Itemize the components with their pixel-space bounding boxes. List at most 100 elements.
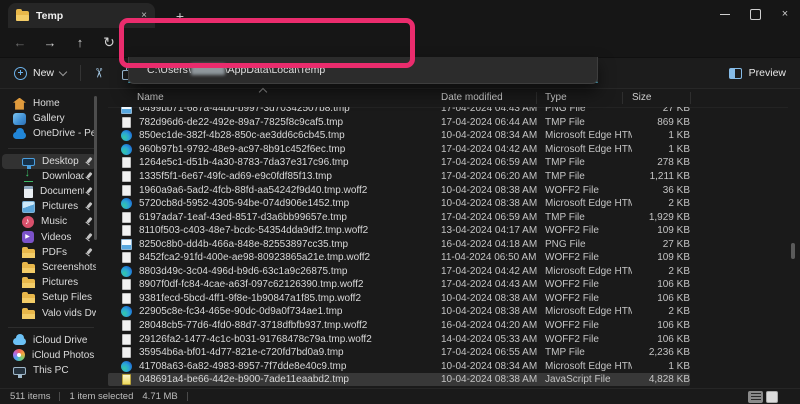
file-name: 8452fca2-91fd-400e-ae98-80923865a21e.tmp… [139,252,370,263]
file-name-cell: 8803d49c-3c04-496d-b9d6-63c1a9c26875.tmp [121,266,441,277]
file-name: 1960a9a6-5ad2-4fcb-88fd-aa54242f9d40.tmp… [139,185,367,196]
file-row[interactable]: 22905c8e-fc34-465e-90dc-0d9a0f734ae1.tmp… [108,305,690,319]
details-view-icon[interactable] [748,391,763,403]
file-size: 2,236 KB [632,347,690,358]
sidebar-item[interactable]: iCloud Photos [2,348,96,363]
file-date-modified: 10-04-2024 08:34 AM [441,130,545,141]
plus-circle-icon [14,67,27,80]
sidebar-item-label: PDFs [42,247,67,258]
folder-icon [22,264,35,273]
file-row[interactable]: 1960a9a6-5ad2-4fcb-88fd-aa54242f9d40.tmp… [108,183,690,197]
file-date-modified: 17-04-2024 06:44 AM [441,117,545,128]
sidebar-list: Home Gallery OneDrive - Persor Desktop D… [0,96,108,378]
file-rows-clip: 0499bb71-687a-44bd-b997-3d70342507b8.tmp… [108,107,800,388]
file-row[interactable]: 9381fecd-5bcd-4ff1-9f8e-1b90847a1f85.tmp… [108,292,690,306]
sidebar-item-label: iCloud Photos [32,350,94,361]
preview-pane-icon [729,68,742,79]
file-date-modified: 13-04-2024 04:17 AM [441,225,545,236]
file-file-icon [122,293,131,304]
sidebar-item[interactable]: Pictures [2,199,96,214]
refresh-icon[interactable]: ↻ [98,31,120,53]
sidebar-item[interactable]: Documents [2,184,96,199]
folder-icon [16,11,29,21]
address-suggestion-dropdown[interactable]: C:\Users\\AppData\Local\Temp [128,57,598,84]
explorer-tab[interactable]: Temp × [8,3,155,28]
sidebar-item-label: Music [41,216,67,227]
file-size: 1 KB [632,130,690,141]
file-name-cell: 8110f503-c403-48e7-bcdc-54354dda9df2.tmp… [121,225,441,236]
sidebar-item[interactable]: Screenshots [2,260,96,275]
file-row[interactable]: 1335f5f1-6e67-49fc-ad69-e9c0fdf85f13.tmp… [108,170,690,184]
file-row[interactable]: 782d96d6-de22-492e-89a7-7825f8c9caf5.tmp… [108,116,690,130]
file-date-modified: 10-04-2024 08:38 AM [441,374,545,385]
cut-icon[interactable]: ✂ [90,68,106,79]
sidebar-item[interactable]: Gallery [2,111,96,126]
sidebar-scrollbar-thumb[interactable] [94,96,97,240]
file-row[interactable]: 8907f0df-fc84-4cae-a63f-097c62126390.tmp… [108,278,690,292]
file-row[interactable]: 28048cb5-77d6-4fd0-88d7-3718dfbfb937.tmp… [108,319,690,333]
preview-button[interactable]: Preview [729,67,786,79]
close-button[interactable]: × [770,0,800,28]
tab-close-icon[interactable]: × [141,11,147,21]
sidebar-item[interactable]: OneDrive - Persor [2,126,96,141]
file-name-cell: 9381fecd-5bcd-4ff1-9f8e-1b90847a1f85.tmp… [121,293,441,304]
new-tab-button[interactable]: + [168,3,192,28]
file-row[interactable]: 960b97b1-9792-48e9-ac97-8b91c452f6ec.tmp… [108,143,690,157]
column-divider[interactable] [690,92,691,104]
file-name: 850ec1de-382f-4b28-850c-ae3dd6c6cb45.tmp [139,130,345,141]
forward-icon[interactable]: → [39,31,61,53]
sidebar-item[interactable]: Videos [2,230,96,245]
edge-file-icon [121,266,132,277]
back-icon[interactable]: ← [9,31,31,53]
sidebar-divider [0,142,108,154]
minimize-button[interactable] [710,0,740,28]
thumbnail-view-icon[interactable] [766,391,778,403]
pin-icon [84,233,93,242]
column-header-name[interactable]: Name [137,92,164,103]
file-row[interactable]: 8452fca2-91fd-400e-ae98-80923865a21e.tmp… [108,251,690,265]
file-date-modified: 17-04-2024 06:55 AM [441,347,545,358]
file-row[interactable]: 41708a63-6a82-4983-8957-7f7dde8e40c9.tmp… [108,359,690,373]
sidebar-item[interactable]: Music [2,214,96,229]
list-scrollbar-thumb[interactable] [791,243,795,259]
file-row[interactable]: 0499bb71-687a-44bd-b997-3d70342507b8.tmp… [108,107,690,116]
sidebar-item[interactable]: Home [2,96,96,111]
file-row[interactable]: 29126fa2-1477-4c1c-b031-91768478c79a.tmp… [108,332,690,346]
file-type: JavaScript File [545,374,632,385]
file-row[interactable]: 8250c8b0-dd4b-466a-848e-82553897cc35.tmp… [108,237,690,251]
file-row[interactable]: 35954b6a-bf01-4d77-821e-c720fd7bd0a9.tmp… [108,346,690,360]
file-row[interactable]: 5720cb8d-5952-4305-94be-074d906e1452.tmp… [108,197,690,211]
column-divider[interactable] [622,92,623,104]
new-button[interactable]: New [14,67,66,80]
file-row[interactable]: 1264e5c1-d51b-4a30-8783-7da37e317c96.tmp… [108,156,690,170]
sidebar-item[interactable]: Downloads [2,169,96,184]
file-date-modified: 16-04-2024 04:20 AM [441,320,545,331]
sidebar-item[interactable]: Desktop [2,154,96,169]
file-row[interactable]: 6197ada7-1eaf-43ed-8517-d3a6bb99657e.tmp… [108,210,690,224]
file-row[interactable]: 8803d49c-3c04-496d-b9d6-63c1a9c26875.tmp… [108,265,690,279]
file-size: 1,211 KB [632,171,690,182]
sidebar-item[interactable]: Valo vids Dwai [2,305,96,320]
sidebar-item[interactable]: Setup Files [2,290,96,305]
file-row[interactable]: 048691a4-be66-442e-b900-7ade11eaabd2.tmp… [108,373,690,387]
file-file-icon [122,225,131,236]
sidebar-item[interactable]: This PC [2,363,96,378]
file-date-modified: 10-04-2024 08:38 AM [441,306,545,317]
file-size: 106 KB [632,293,690,304]
column-header-type[interactable]: Type [545,92,567,103]
file-type: Microsoft Edge HTM... [545,198,632,209]
file-row[interactable]: 8110f503-c403-48e7-bcdc-54354dda9df2.tmp… [108,224,690,238]
address-suggestion[interactable]: C:\Users\\AppData\Local\Temp [147,64,325,76]
sidebar-item-label: Pictures [42,201,78,212]
sidebar-item[interactable]: PDFs [2,245,96,260]
pin-icon [84,157,93,166]
up-icon[interactable]: ↑ [69,31,91,53]
file-type: WOFF2 File [545,185,632,196]
file-row[interactable]: 850ec1de-382f-4b28-850c-ae3dd6c6cb45.tmp… [108,129,690,143]
column-header-date-modified[interactable]: Date modified [441,92,503,103]
sidebar-item[interactable]: iCloud Drive [2,333,96,348]
column-divider[interactable] [536,92,537,104]
maximize-button[interactable] [740,0,770,28]
column-header-size[interactable]: Size [632,92,651,103]
sidebar-item[interactable]: Pictures [2,275,96,290]
